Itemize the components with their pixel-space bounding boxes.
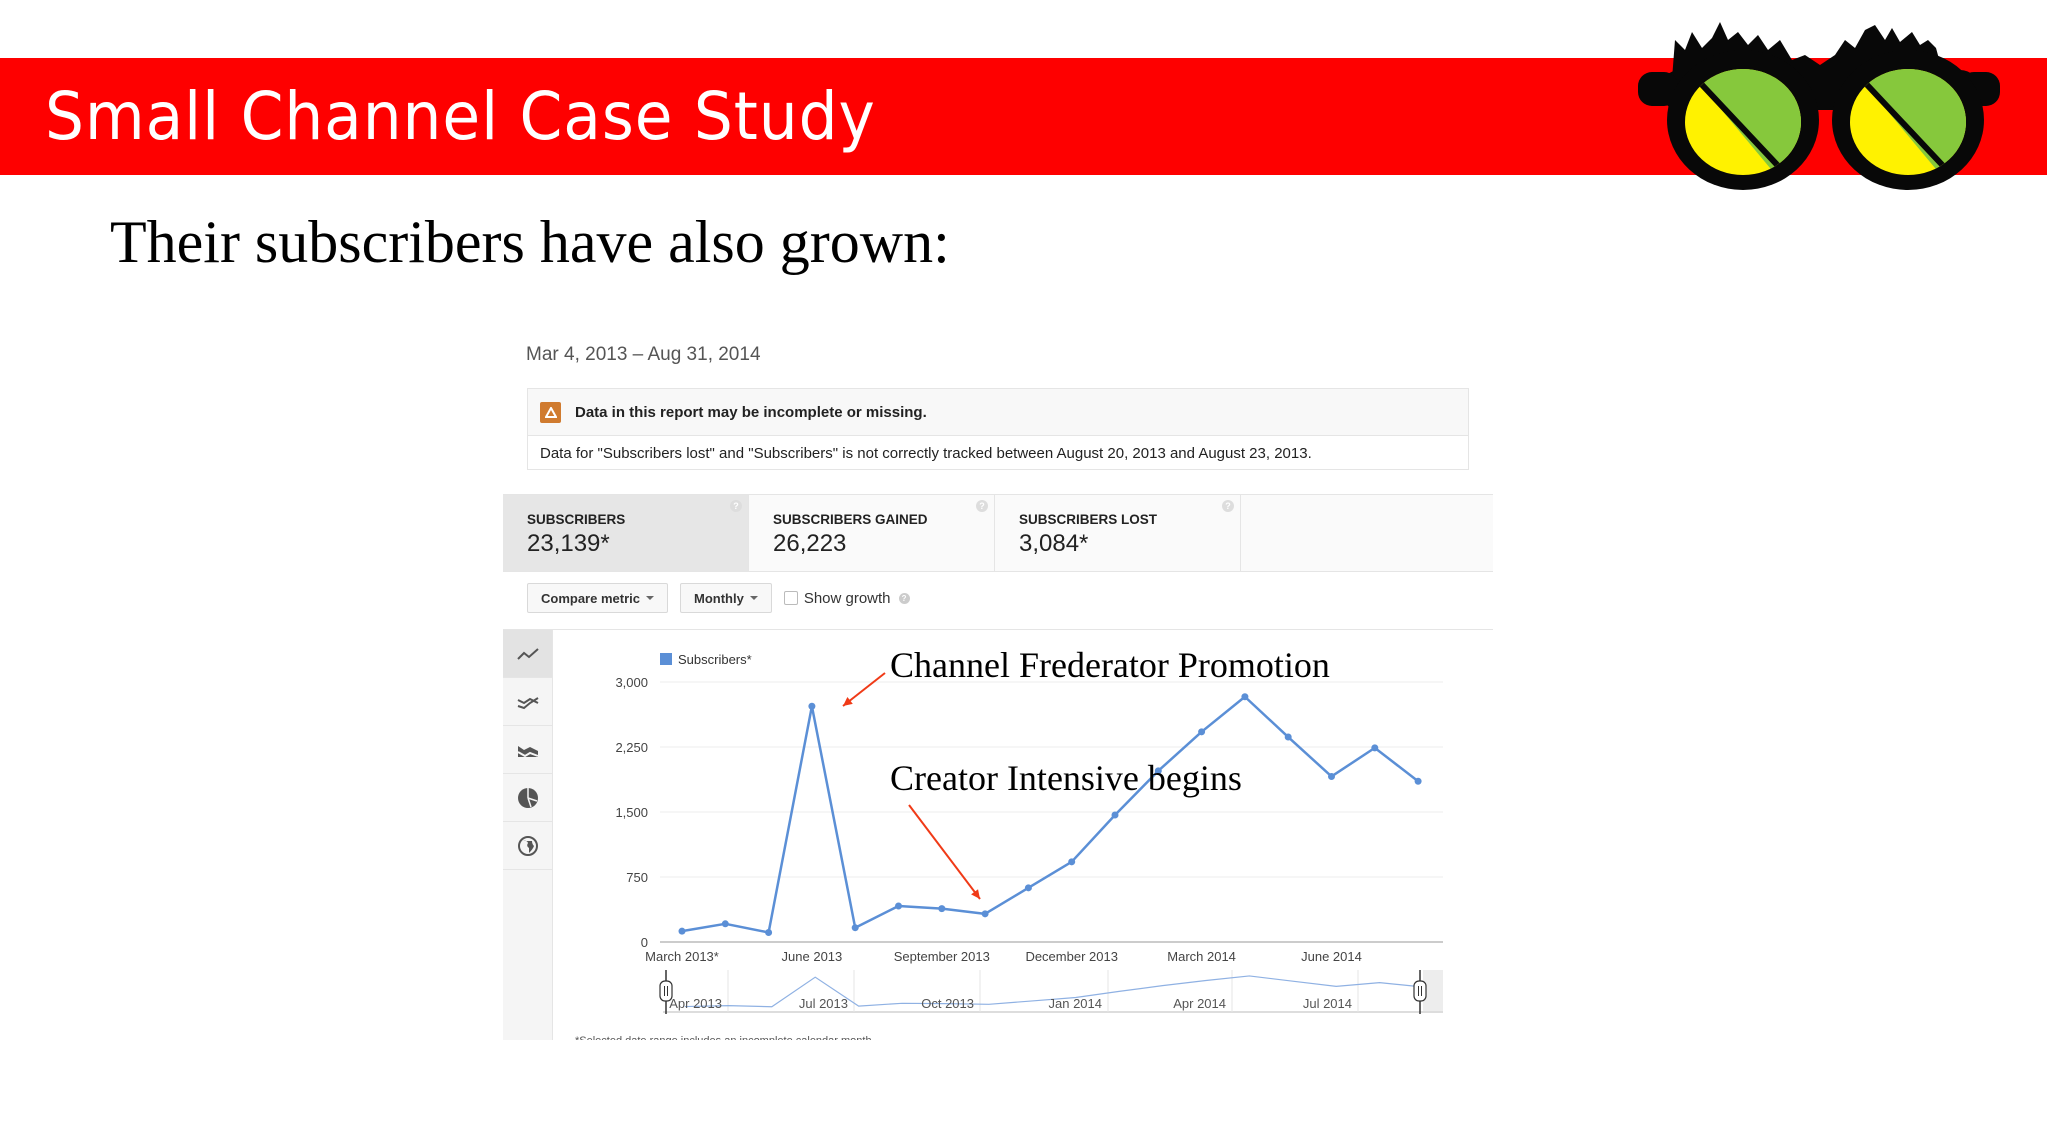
navigator-label: Oct 2013 (921, 996, 974, 1011)
data-point (851, 924, 859, 932)
warning-triangle-icon (540, 401, 561, 423)
annotation-frederator-promotion: Channel Frederator Promotion (890, 645, 1330, 685)
y-tick-label: 1,500 (615, 805, 648, 820)
footnote: *Selected date range includes an incompl… (575, 1035, 872, 1040)
navigator-label: Apr 2014 (1173, 996, 1226, 1011)
interval-dropdown[interactable]: Monthly (679, 583, 772, 613)
slide-title: Small Channel Case Study (45, 78, 876, 155)
data-point (765, 928, 773, 936)
x-tick-label: September 2013 (894, 949, 990, 964)
data-point (721, 920, 729, 928)
data-point (938, 905, 946, 913)
y-tick-label: 2,250 (615, 740, 648, 755)
show-growth-checkbox[interactable] (783, 591, 798, 605)
compare-metric-button[interactable]: Compare metric (527, 583, 668, 613)
data-point (895, 902, 902, 910)
metric-tabs: SUBSCRIBERS 23,139* ? SUBSCRIBERS GAINED… (503, 494, 1493, 572)
chevron-down-icon (749, 596, 758, 600)
metric-tab-empty (1241, 495, 1493, 571)
metric-label: SUBSCRIBERS LOST (1019, 512, 1158, 527)
metric-label: SUBSCRIBERS (527, 512, 626, 527)
data-point (1284, 733, 1292, 741)
data-point (1111, 811, 1119, 819)
metric-value: 23,139* (527, 530, 610, 557)
compare-metric-label: Compare metric (541, 590, 640, 606)
series-line-subscribers (681, 695, 1419, 934)
x-tick-label: December 2013 (1025, 949, 1118, 964)
chevron-down-icon (645, 596, 654, 600)
data-point (808, 702, 816, 710)
legend-swatch (660, 653, 672, 665)
data-point (1371, 744, 1379, 752)
x-tick-label: March 2013* (645, 949, 719, 964)
y-tick-label: 750 (626, 870, 648, 885)
y-tick-label: 0 (641, 935, 648, 950)
navigator-label: Jan 2014 (1049, 996, 1103, 1011)
navigator-label: Jul 2013 (799, 996, 848, 1011)
metric-tab-subscribers[interactable]: SUBSCRIBERS 23,139* ? (503, 495, 749, 571)
arrow-creator-intensive-head (971, 889, 980, 899)
help-icon[interactable]: ? (898, 592, 910, 604)
subscribers-line-chart: 0 750 1,500 2,250 3,000 Subscribers* March 201… (575, 645, 1443, 1040)
data-point (1068, 858, 1076, 866)
annotation-creator-intensive: Creator Intensive begins (890, 758, 1242, 798)
data-point (1024, 884, 1032, 892)
data-point (1414, 777, 1422, 785)
warning-body: Data for "Subscribers lost" and "Subscri… (540, 445, 1312, 462)
interval-label: Monthly (693, 590, 744, 606)
navigator-label: Jul 2014 (1303, 996, 1352, 1011)
data-point (678, 927, 686, 935)
help-icon[interactable]: ? (730, 500, 742, 512)
x-tick-label: June 2013 (782, 949, 843, 964)
navigator-handle-right[interactable] (1413, 980, 1427, 1002)
metric-tab-subscribers-gained[interactable]: SUBSCRIBERS GAINED 26,223 ? (749, 495, 995, 571)
metric-label: SUBSCRIBERS GAINED (773, 512, 928, 527)
date-range[interactable]: Mar 4, 2013 – Aug 31, 2014 (526, 344, 761, 366)
warning-header: Data in this report may be incomplete or… (528, 389, 1468, 436)
metric-tab-subscribers-lost[interactable]: SUBSCRIBERS LOST 3,084* ? (995, 495, 1241, 571)
warning-title: Data in this report may be incomplete or… (575, 403, 927, 421)
warning-box: Data in this report may be incomplete or… (527, 388, 1469, 470)
chart-controls: Compare metric Monthly Show growth ? (527, 583, 910, 613)
chart-panel: 0 750 1,500 2,250 3,000 Subscribers* March 201… (503, 629, 1493, 1040)
navigator-handle-left[interactable] (659, 980, 673, 1002)
arrow-creator-intensive (908, 804, 981, 900)
data-point (1198, 728, 1206, 736)
slide-subtitle: Their subscribers have also grown: (110, 209, 950, 275)
data-point (981, 910, 989, 918)
data-point (1328, 772, 1335, 780)
show-growth-label[interactable]: Show growth (804, 590, 891, 607)
glasses-logo (1638, 22, 2000, 190)
navigator-label: Apr 2013 (669, 996, 722, 1011)
x-tick-label: June 2014 (1301, 949, 1362, 964)
help-icon[interactable]: ? (976, 500, 988, 512)
x-tick-label: March 2014 (1167, 949, 1236, 964)
y-tick-label: 3,000 (615, 675, 648, 690)
metric-value: 26,223 (773, 530, 847, 557)
legend-label: Subscribers* (678, 652, 752, 667)
data-point (1241, 693, 1249, 701)
help-icon[interactable]: ? (1222, 500, 1234, 512)
metric-value: 3,084* (1019, 530, 1089, 557)
